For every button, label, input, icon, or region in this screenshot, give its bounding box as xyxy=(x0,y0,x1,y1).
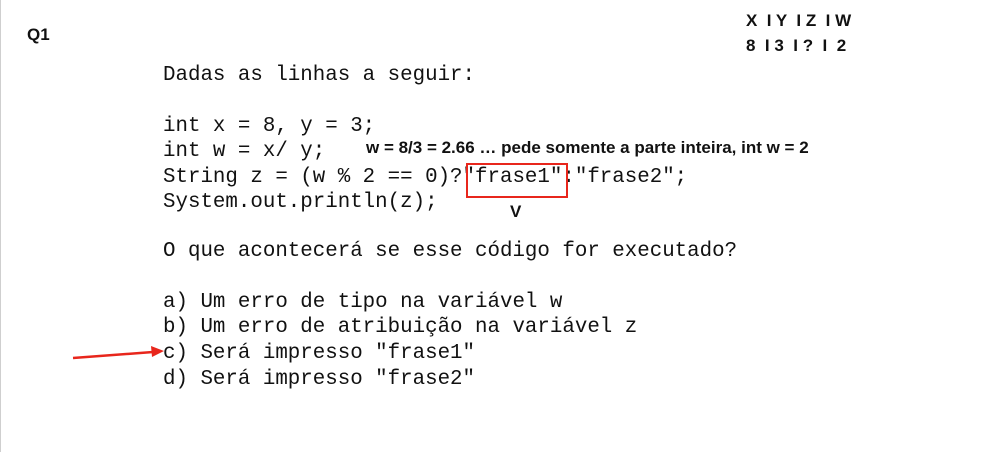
answer-arrow-icon xyxy=(72,346,164,360)
